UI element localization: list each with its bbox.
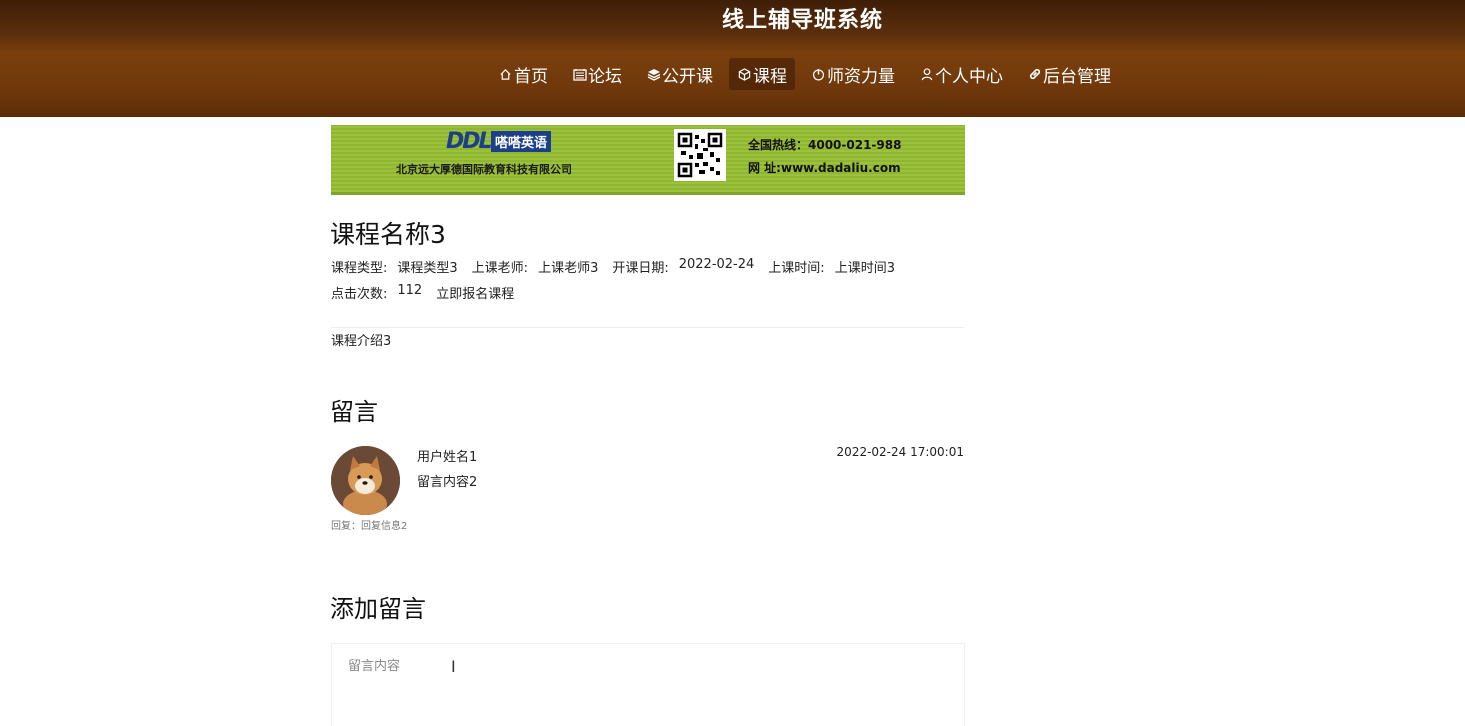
course-title: 课程名称3	[330, 220, 446, 249]
banner-url: 网 址:www.dadaliu.com	[748, 161, 901, 175]
nav-label-home: 首页	[514, 66, 548, 87]
banner-company: 北京远大厚德国际教育科技有限公司	[396, 163, 572, 176]
nav-label-admin: 后台管理	[1043, 66, 1111, 87]
comment-content: 留言内容2	[417, 475, 478, 490]
nav-item-admin[interactable]: 后台管理	[1019, 58, 1119, 90]
ad-banner[interactable]: DDL 嗒嗒英语 北京远大厚德国际教育科技有限公司 全国热线：4000-021-…	[331, 125, 965, 195]
cube-icon	[737, 67, 752, 82]
nav-item-home[interactable]: 首页	[490, 58, 556, 90]
power-icon	[811, 67, 826, 82]
qr-code-icon	[674, 129, 726, 181]
course-meta-row-1: 课程类型: 课程类型3 上课老师: 上课老师3 开课日期: 2022-02-24…	[331, 257, 909, 276]
course-type-value: 课程类型3	[397, 261, 458, 276]
enroll-course-link[interactable]: 立即报名课程	[436, 283, 514, 302]
avatar	[331, 446, 400, 515]
site-title: 线上辅导班系统	[721, 8, 883, 33]
text-cursor-icon: I	[451, 657, 456, 676]
class-time-value: 上课时间3	[834, 261, 895, 276]
comment-reply: 回复：回复信息2	[331, 521, 408, 532]
teacher-label: 上课老师:	[471, 261, 529, 276]
add-comment-section-title: 添加留言	[330, 595, 426, 623]
banner-hotline: 全国热线：4000-021-988	[748, 138, 902, 152]
nav-item-teachers[interactable]: 师资力量	[803, 58, 903, 90]
nav-item-open-course[interactable]: 公开课	[638, 58, 721, 90]
link-icon	[1027, 67, 1042, 82]
class-time-label: 上课时间:	[768, 261, 825, 276]
home-icon	[498, 67, 513, 82]
click-count-label: 点击次数:	[331, 287, 388, 302]
main-nav: 首页 论坛 公开课 课程 师资力量 个人中心 后台管理	[490, 58, 1127, 90]
comments-section-title: 留言	[330, 398, 378, 426]
nav-label-personal-center: 个人中心	[935, 66, 1003, 87]
nav-item-forum[interactable]: 论坛	[564, 58, 630, 90]
comment-timestamp: 2022-02-24 17:00:01	[836, 445, 964, 459]
nav-label-open-course: 公开课	[662, 66, 713, 87]
forum-icon	[572, 67, 587, 82]
nav-label-forum: 论坛	[588, 66, 622, 87]
course-meta-row-2: 点击次数: 112 立即报名课程	[331, 283, 514, 302]
start-date-label: 开课日期:	[612, 261, 669, 276]
nav-label-course: 课程	[753, 66, 787, 87]
course-type-label: 课程类型:	[331, 261, 388, 276]
banner-logo: DDL	[446, 129, 493, 154]
course-intro: 课程介绍3	[331, 334, 392, 349]
user-icon	[919, 67, 934, 82]
layers-icon	[646, 67, 661, 82]
divider	[331, 327, 964, 328]
nav-item-personal-center[interactable]: 个人中心	[911, 58, 1011, 90]
comment-user-name: 用户姓名1	[417, 450, 478, 465]
banner-brand: 嗒嗒英语	[491, 131, 552, 152]
nav-label-teachers: 师资力量	[827, 66, 895, 87]
start-date-value: 2022-02-24	[678, 257, 755, 272]
nav-item-course[interactable]: 课程	[729, 58, 795, 90]
click-count-value: 112	[397, 283, 423, 298]
comment-input[interactable]	[331, 643, 965, 726]
top-header: 线上辅导班系统 首页 论坛 公开课 课程 师资力量 个人中心 后台管理	[0, 0, 1465, 117]
teacher-value: 上课老师3	[538, 261, 599, 276]
